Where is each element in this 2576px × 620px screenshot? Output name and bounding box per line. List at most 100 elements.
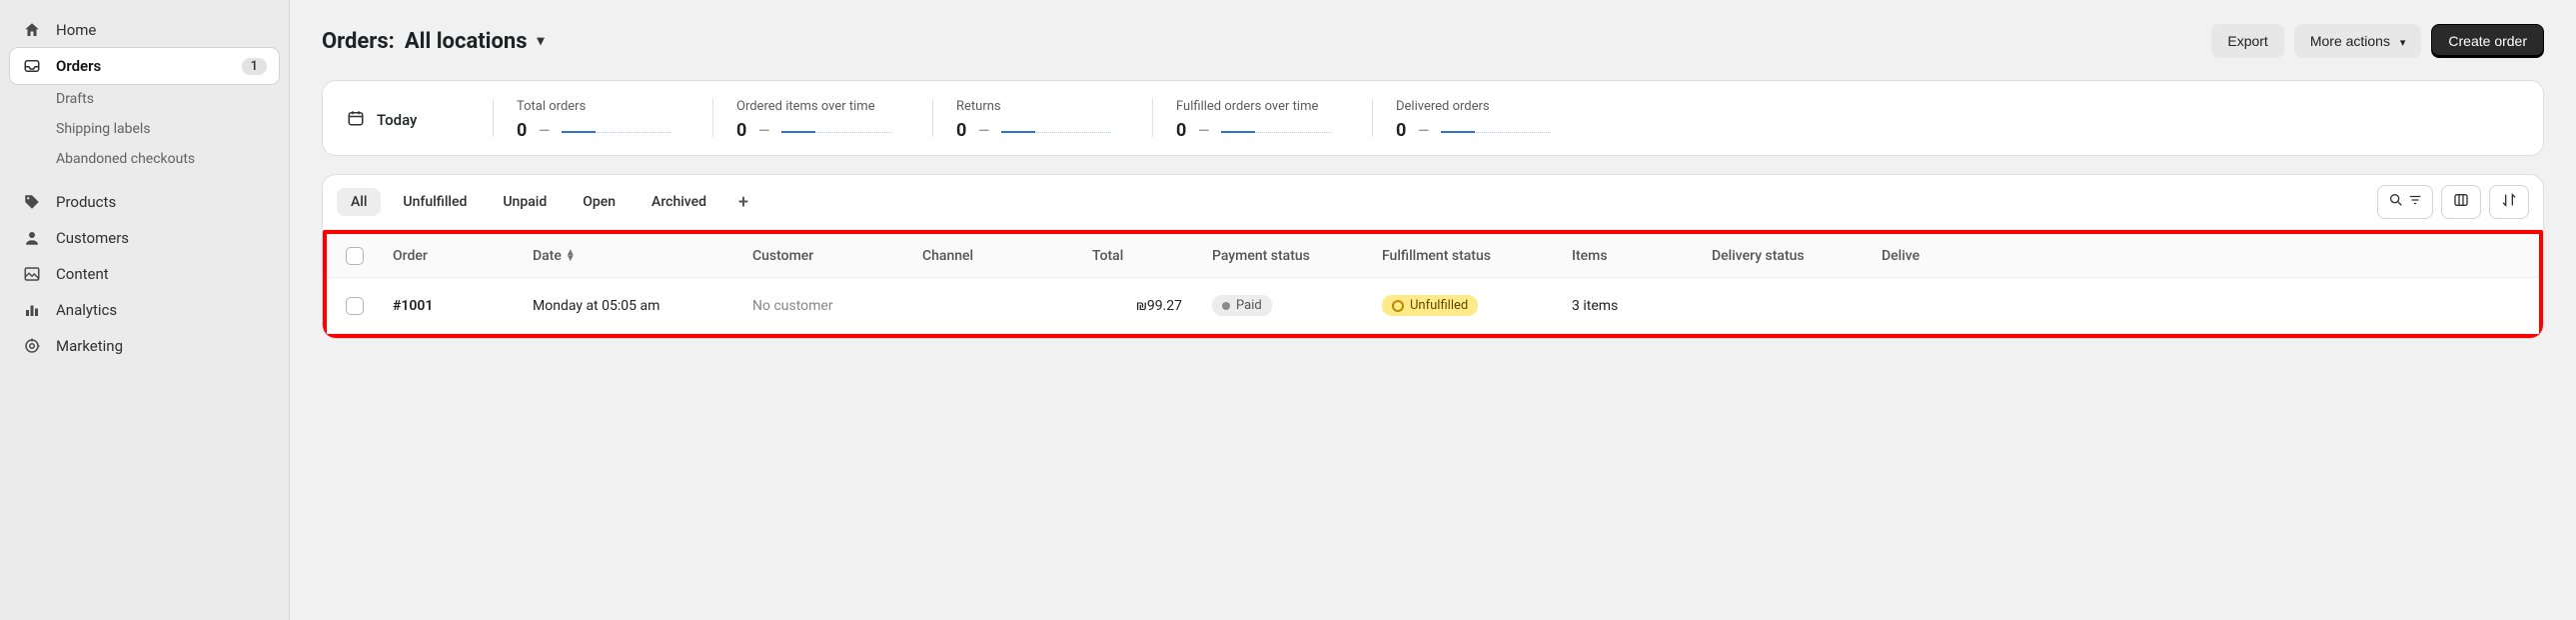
nav-label: Products (56, 193, 267, 211)
main-content: Orders: All locations ▾ Export More acti… (290, 0, 2576, 620)
create-order-button[interactable]: Create order (2431, 24, 2544, 58)
more-actions-button[interactable]: More actions ▾ (2294, 24, 2422, 58)
metric-label: Returns (956, 99, 1128, 114)
sparkline (1001, 129, 1111, 133)
metric-ordered-items[interactable]: Ordered items over time 0 — (712, 81, 932, 155)
tab-all[interactable]: All (337, 188, 381, 216)
sparkline (1221, 129, 1331, 133)
nav-content[interactable]: Content (10, 256, 279, 292)
page-title[interactable]: Orders: All locations ▾ (322, 29, 545, 54)
metric-value: 0 (956, 120, 966, 141)
col-delivery[interactable]: Delive (1872, 248, 1991, 264)
metric-returns[interactable]: Returns 0 — (932, 81, 1152, 155)
nav-label: Customers (56, 229, 267, 247)
cell-payment-status: Paid (1202, 295, 1372, 316)
cell-customer: No customer (742, 298, 912, 314)
cell-order: #1001 (383, 298, 523, 314)
header-actions: Export More actions ▾ Create order (2211, 24, 2544, 58)
metric-value: 0 (736, 120, 746, 141)
col-total[interactable]: Total (1082, 248, 1202, 264)
sparkline (562, 129, 671, 133)
tab-open[interactable]: Open (569, 188, 630, 216)
chevron-down-icon: ▾ (538, 33, 545, 49)
cell-fulfillment-status: Unfulfilled (1372, 295, 1562, 316)
columns-button[interactable] (2441, 185, 2481, 219)
metric-fulfilled[interactable]: Fulfilled orders over time 0 — (1152, 81, 1372, 155)
cell-items: 3 items (1562, 298, 1702, 314)
col-fulfillment-status[interactable]: Fulfillment status (1372, 248, 1562, 264)
sparkline (1441, 129, 1551, 133)
nav-orders-drafts[interactable]: Drafts (10, 84, 279, 114)
nav-customers[interactable]: Customers (10, 220, 279, 256)
metric-total-orders[interactable]: Total orders 0 — (493, 81, 712, 155)
table-row[interactable]: #1001 Monday at 05:05 am No customer ₪99… (327, 278, 2539, 334)
nav-label: Content (56, 265, 267, 283)
sparkline (781, 129, 891, 133)
bar-chart-icon (22, 300, 42, 320)
chevron-down-icon: ▾ (2400, 37, 2406, 49)
columns-icon (2453, 192, 2469, 212)
col-order[interactable]: Order (383, 248, 523, 264)
add-view-button[interactable]: + (728, 189, 758, 216)
metric-label: Delivered orders (1396, 99, 1568, 114)
nav-home[interactable]: Home (10, 12, 279, 48)
col-customer[interactable]: Customer (742, 248, 912, 264)
table-header: Order Date ▲▼ Customer Channel Total Pay… (327, 234, 2539, 278)
more-actions-label: More actions (2310, 33, 2390, 49)
image-icon (22, 264, 42, 284)
inbox-icon (22, 56, 42, 76)
metric-delta: — (539, 123, 550, 139)
sort-icon (2501, 192, 2517, 212)
nav-orders-abandoned[interactable]: Abandoned checkouts (10, 144, 279, 174)
tag-icon (22, 192, 42, 212)
nav-marketing[interactable]: Marketing (10, 328, 279, 364)
select-all-checkbox[interactable] (346, 247, 364, 265)
orders-table-card: All Unfulfilled Unpaid Open Archived + (322, 174, 2544, 339)
tab-unfulfilled[interactable]: Unfulfilled (389, 188, 481, 216)
person-icon (22, 228, 42, 248)
home-icon (22, 20, 42, 40)
metric-value: 0 (517, 120, 527, 141)
col-items[interactable]: Items (1562, 248, 1702, 264)
nav-analytics[interactable]: Analytics (10, 292, 279, 328)
metric-label: Total orders (517, 99, 688, 114)
target-icon (22, 336, 42, 356)
metric-delivered[interactable]: Delivered orders 0 — (1372, 81, 1592, 155)
nav-orders[interactable]: Orders 1 (10, 48, 279, 84)
nav-orders-shipping-labels[interactable]: Shipping labels (10, 114, 279, 144)
search-filter-button[interactable] (2377, 185, 2433, 219)
nav-badge: 1 (242, 58, 267, 75)
metric-value: 0 (1176, 120, 1186, 141)
metric-period-label: Today (377, 111, 417, 129)
tab-unpaid[interactable]: Unpaid (489, 188, 561, 216)
nav-label: Orders (56, 57, 228, 75)
metric-delta: — (978, 123, 989, 139)
nav-products[interactable]: Products (10, 184, 279, 220)
tabs-row: All Unfulfilled Unpaid Open Archived + (323, 175, 2543, 230)
metric-period[interactable]: Today (323, 81, 493, 155)
sort-button[interactable] (2489, 185, 2529, 219)
status-badge-unfulfilled: Unfulfilled (1382, 295, 1478, 316)
col-date[interactable]: Date ▲▼ (523, 248, 742, 264)
metric-delta: — (1418, 123, 1429, 139)
row-checkbox[interactable] (346, 297, 364, 315)
page-header: Orders: All locations ▾ Export More acti… (322, 24, 2544, 58)
sort-indicator-icon: ▲▼ (566, 250, 576, 262)
sidebar: Home Orders 1 Drafts Shipping labels Aba… (0, 0, 290, 620)
metric-value: 0 (1396, 120, 1406, 141)
col-date-label: Date (533, 248, 562, 264)
nav-label: Marketing (56, 337, 267, 355)
col-delivery-status[interactable]: Delivery status (1702, 248, 1872, 264)
tab-archived[interactable]: Archived (638, 188, 720, 216)
metrics-card: Today Total orders 0 — Ordered items ove… (322, 80, 2544, 156)
calendar-icon (347, 109, 365, 131)
highlighted-region: Order Date ▲▼ Customer Channel Total Pay… (323, 230, 2543, 338)
metric-delta: — (1198, 123, 1209, 139)
col-payment-status[interactable]: Payment status (1202, 248, 1372, 264)
title-prefix: Orders: (322, 29, 395, 54)
col-channel[interactable]: Channel (912, 248, 1082, 264)
metric-label: Fulfilled orders over time (1176, 99, 1348, 114)
search-icon (2388, 192, 2404, 212)
cell-total: ₪99.27 (1082, 298, 1202, 314)
export-button[interactable]: Export (2211, 24, 2283, 58)
